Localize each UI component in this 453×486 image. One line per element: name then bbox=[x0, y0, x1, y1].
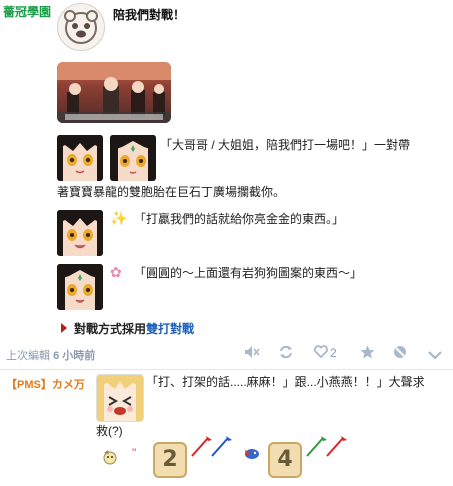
twin-girl-portrait-2 bbox=[57, 264, 103, 310]
block-icon[interactable] bbox=[393, 345, 407, 362]
post-title: 陪我們對戰！ bbox=[113, 8, 186, 22]
dialogue-line-1: 「大哥哥 / 大姐姐，陪我們打一場吧！」一對帶 bbox=[160, 138, 411, 152]
last-edit-info: 上次編輯 6 小時前 bbox=[6, 347, 95, 363]
battle-mode-prefix: 對戰方式採用 bbox=[74, 322, 147, 336]
comment-text-cont: 救(?) bbox=[96, 424, 123, 438]
last-edit-time: 6 小時前 bbox=[53, 350, 96, 362]
twin-boy-portrait bbox=[57, 135, 103, 181]
sparkle-icon: ✨ bbox=[110, 210, 128, 226]
author-avatar[interactable] bbox=[57, 3, 105, 51]
red-blue-flags-icon bbox=[190, 434, 234, 461]
shout-marks-icon: " bbox=[132, 446, 137, 460]
battle-mode-link[interactable]: 雙打對戰 bbox=[146, 322, 194, 336]
dialogue-line-3: 「圓圓的～上面還有岩狗狗圖案的東西～」 bbox=[134, 266, 363, 280]
heart-icon[interactable] bbox=[314, 345, 328, 361]
star-icon[interactable] bbox=[360, 345, 375, 362]
dice-result-1: 2 bbox=[153, 442, 187, 478]
last-edit-label: 上次編輯 bbox=[6, 350, 50, 362]
comment-avatar bbox=[96, 374, 144, 422]
triangle-right-icon bbox=[61, 323, 67, 333]
comment-text: 「打、打架的話.....麻麻！」跟...小燕燕！！」大聲求 bbox=[146, 375, 425, 389]
comment-author[interactable]: 【PMS】カメ万 bbox=[6, 376, 85, 392]
retweet-icon[interactable] bbox=[278, 345, 294, 362]
chevron-down-icon[interactable] bbox=[428, 347, 442, 363]
twin-boy-portrait-2 bbox=[57, 210, 103, 256]
tiny-pokemon-icon bbox=[100, 448, 120, 469]
post-banner-image[interactable] bbox=[57, 62, 171, 123]
divider bbox=[0, 369, 453, 370]
battle-mode-line: 對戰方式採用雙打對戰 bbox=[74, 320, 194, 337]
dialogue-line-2: 「打贏我們的話就給你亮金金的東西。」 bbox=[134, 212, 345, 226]
dice-result-2: 4 bbox=[268, 442, 302, 478]
green-red-flags-icon bbox=[305, 434, 349, 461]
twin-girl-portrait bbox=[110, 135, 156, 181]
post-author[interactable]: 薔冠學園 bbox=[3, 3, 51, 20]
flower-icon: ✿ bbox=[110, 264, 122, 280]
bear-logo-icon bbox=[64, 10, 98, 44]
tiny-bird-icon bbox=[242, 444, 262, 465]
like-count: 2 bbox=[330, 346, 337, 360]
mute-icon[interactable] bbox=[244, 345, 260, 362]
dialogue-line-1-cont: 著寶寶暴龍的雙胞胎在巨石丁廣場攔截你。 bbox=[57, 185, 286, 199]
